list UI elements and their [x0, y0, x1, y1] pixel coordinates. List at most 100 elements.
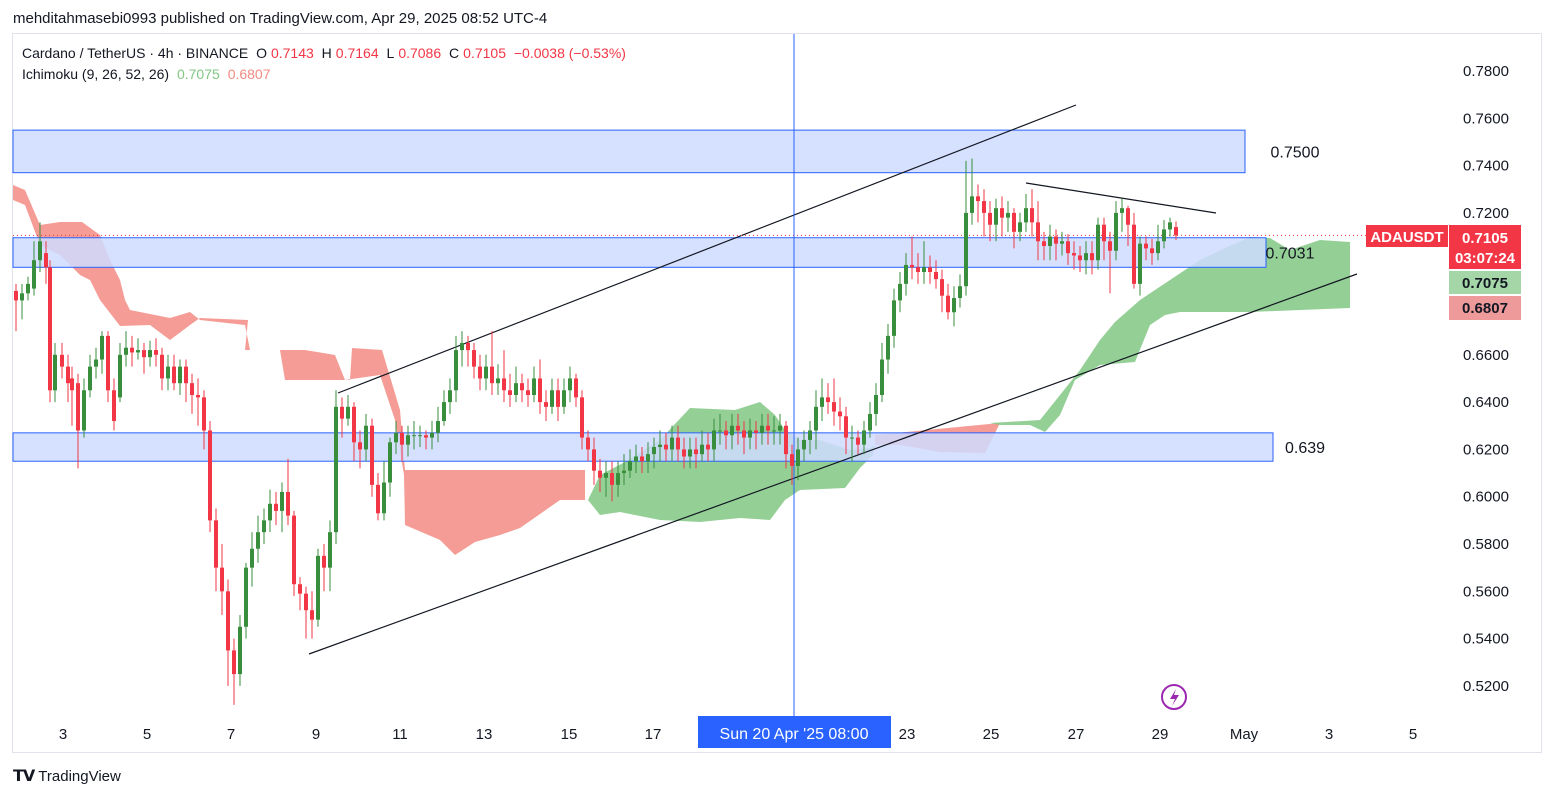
candle-body: [130, 347, 134, 353]
x-tick-label: 7: [227, 726, 235, 743]
zone-label: 0.639: [1285, 440, 1325, 457]
candle-body: [628, 461, 632, 471]
candle-body: [436, 421, 440, 433]
candle-body: [766, 425, 770, 431]
candle-body: [160, 354, 164, 379]
candle-body: [196, 395, 200, 398]
candle-body: [706, 444, 710, 450]
candle-body: [688, 449, 692, 457]
y-tick-label: 0.6400: [1463, 394, 1509, 411]
candle-body: [472, 350, 476, 367]
price-chart[interactable]: 0.78000.76000.74000.72000.70000.68000.66…: [0, 0, 1554, 798]
candle-body: [118, 354, 122, 398]
y-tick-label: 0.5600: [1463, 583, 1509, 600]
candle-body: [964, 212, 968, 287]
trend-line: [308, 273, 1358, 655]
y-tick-label: 0.5400: [1463, 631, 1509, 648]
candle-body: [634, 456, 638, 462]
candle-body: [94, 359, 98, 367]
candle-body: [1024, 208, 1028, 223]
candle-body: [1156, 241, 1160, 254]
candle-body: [484, 366, 488, 379]
candle-body: [20, 293, 24, 301]
candle-body: [142, 350, 146, 358]
candle-body: [520, 383, 524, 391]
candle-body: [1114, 212, 1118, 251]
candle-body: [442, 402, 446, 422]
candle-body: [526, 390, 530, 396]
candle-body: [556, 390, 560, 407]
candle-body: [292, 515, 296, 585]
candle-body: [532, 378, 536, 396]
candle-body: [844, 416, 848, 438]
y-tick-label: 0.7600: [1463, 110, 1509, 127]
candle-body: [880, 359, 884, 396]
candle-body: [88, 366, 92, 391]
candle-body: [676, 437, 680, 450]
candle-body: [334, 406, 338, 533]
candle-body: [424, 435, 428, 438]
y-tick-label: 0.6200: [1463, 441, 1509, 458]
x-tick-label: 11: [392, 726, 408, 743]
candle-body: [718, 430, 722, 432]
candle-body: [790, 454, 794, 466]
candle-body: [946, 295, 950, 313]
candle-body: [280, 491, 284, 511]
x-tick-label: 17: [645, 726, 662, 743]
candle-body: [448, 390, 452, 403]
candle-body: [53, 354, 57, 391]
candle-body: [646, 454, 650, 462]
candle-body: [406, 435, 410, 445]
candle-body: [502, 378, 506, 391]
candle-body: [1018, 222, 1022, 232]
candle-body: [694, 449, 698, 455]
candle-body: [38, 241, 42, 261]
x-tick-label: 13: [476, 726, 493, 743]
candle-body: [148, 350, 152, 358]
candle-body: [1168, 222, 1172, 230]
candle-body: [154, 350, 158, 355]
candle-body: [1132, 224, 1136, 284]
candle-body: [238, 626, 242, 675]
x-tick-label: 3: [59, 726, 67, 743]
candle-body: [670, 437, 674, 450]
candle-body: [772, 430, 776, 432]
candle-body: [832, 402, 836, 412]
candle-body: [580, 397, 584, 438]
candle-body: [82, 390, 86, 431]
candle-body: [44, 253, 48, 268]
candle-body: [48, 267, 52, 391]
candle-body: [256, 532, 260, 549]
candle-body: [838, 411, 842, 417]
candle-body: [1162, 229, 1166, 242]
candle-body: [60, 354, 64, 367]
candle-body: [928, 267, 932, 273]
candle-body: [1042, 241, 1046, 247]
candle-body: [316, 555, 320, 620]
candle-body: [514, 383, 518, 396]
candle-body: [736, 425, 740, 431]
x-tick-label: 23: [899, 726, 916, 743]
candle-body: [202, 397, 206, 431]
candle-body: [508, 390, 512, 396]
candle-body: [1138, 243, 1142, 284]
candle-body: [286, 491, 290, 516]
candle-body: [430, 432, 434, 438]
candle-body: [862, 430, 866, 445]
y-tick-label: 0.5200: [1463, 678, 1509, 695]
candle-body: [1120, 208, 1124, 213]
candle-body: [388, 442, 392, 483]
candle-body: [658, 444, 662, 448]
candle-body: [304, 593, 308, 611]
candle-body: [712, 430, 716, 450]
candle-body: [1096, 224, 1100, 261]
x-tick-label: 9: [312, 726, 320, 743]
candle-body: [1150, 248, 1154, 254]
candle-body: [412, 435, 416, 437]
symbol-tag-label: ADAUSDT: [1370, 229, 1443, 246]
last-price-tag-value: 0.7105: [1462, 230, 1508, 247]
candle-body: [418, 435, 422, 437]
candle-body: [574, 378, 578, 398]
candle-body: [1030, 208, 1034, 223]
candle-body: [370, 425, 374, 485]
